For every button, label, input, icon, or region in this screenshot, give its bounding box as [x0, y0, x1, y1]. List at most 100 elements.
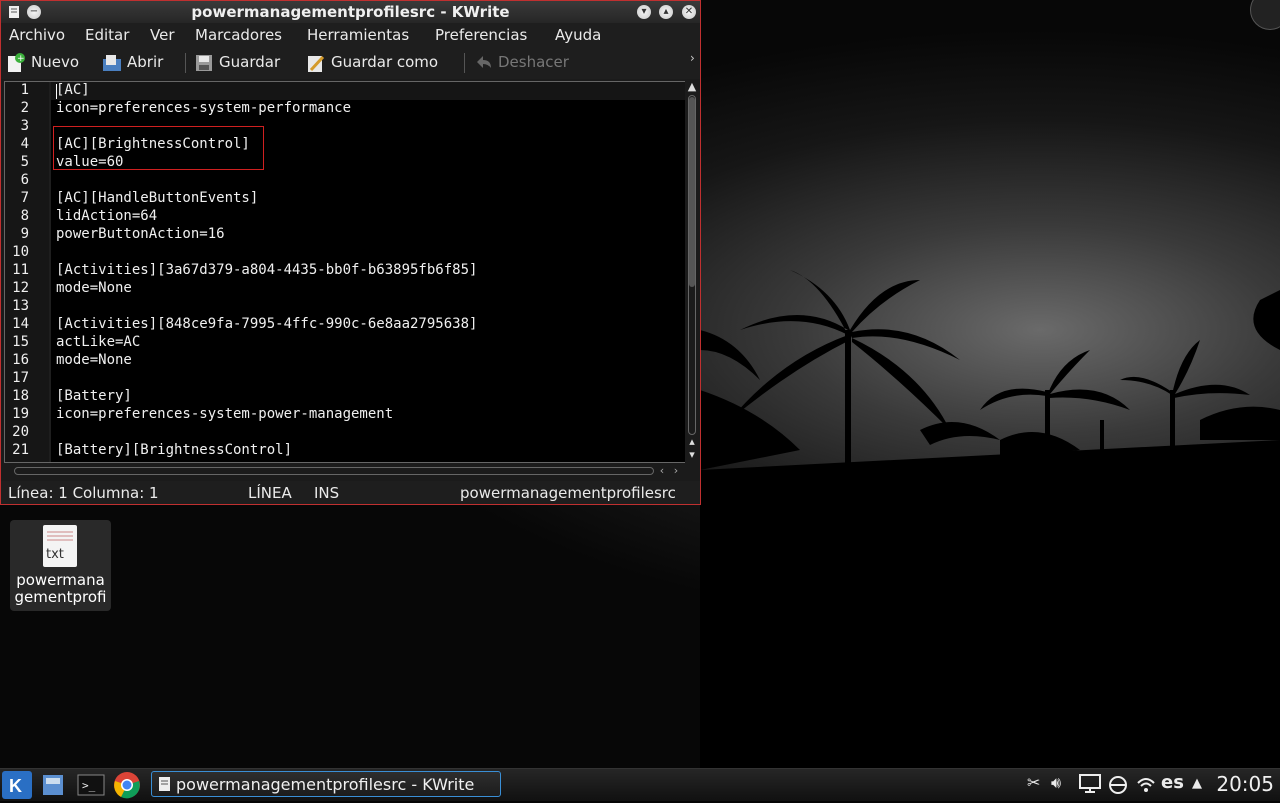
tray-expand-icon[interactable]: ▲ — [1192, 776, 1202, 791]
gutter-border — [49, 82, 51, 462]
code-line: icon=preferences-system-power-management — [56, 406, 394, 422]
code-line: mode=None — [56, 280, 132, 296]
save-disk-icon — [196, 55, 212, 71]
line-number: 5 — [20, 154, 29, 170]
code-line: icon=preferences-system-performance — [56, 100, 352, 116]
menu-ver[interactable]: Ver — [150, 26, 175, 44]
window-title: powermanagementprofilesrc - KWrite — [191, 3, 510, 21]
menu-archivo[interactable]: Archivo — [9, 26, 65, 44]
undo-button[interactable]: Deshacer — [473, 51, 583, 73]
maximize-icon[interactable]: ▴ — [659, 5, 673, 19]
taskbar: K >_ powermanagementprofilesrc - KWrite … — [0, 768, 1280, 801]
file-manager-icon[interactable] — [40, 772, 66, 798]
save-as-button[interactable]: Guardar como — [306, 51, 451, 73]
scroll-right-icon[interactable]: › — [670, 464, 682, 478]
wifi-icon[interactable] — [1136, 775, 1156, 795]
status-filename: powermanagementprofilesrc — [460, 484, 676, 502]
code-line: [AC] — [56, 82, 90, 98]
taskbar-task-kwrite[interactable]: powermanagementprofilesrc - KWrite — [151, 771, 501, 797]
menu-preferencias[interactable]: Preferencias — [435, 26, 527, 44]
line-number: 18 — [12, 388, 29, 404]
scroll-left-icon[interactable]: ‹ — [656, 464, 668, 478]
kwrite-window: − powermanagementprofilesrc - KWrite ▾ ▴… — [0, 0, 701, 505]
hscroll-track[interactable] — [14, 467, 654, 475]
line-number: 20 — [12, 424, 29, 440]
close-icon[interactable]: ✕ — [682, 5, 696, 19]
cursor-position: Línea: 1 Columna: 1 — [8, 484, 159, 502]
menubar: Archivo Editar Ver Marcadores Herramient… — [1, 23, 700, 47]
insert-mode[interactable]: INS — [314, 484, 339, 502]
line-number: 19 — [12, 406, 29, 422]
line-number: 11 — [12, 262, 29, 278]
desktop-file-icon[interactable]: txt powermanagementprofilesrc — [10, 520, 111, 611]
save-button[interactable]: Guardar — [194, 51, 289, 73]
text-file-icon: txt — [43, 525, 77, 567]
line-number: 6 — [20, 172, 29, 188]
chrome-icon[interactable] — [113, 771, 141, 799]
horizontal-scrollbar[interactable]: ‹ › — [4, 464, 684, 478]
line-number: 14 — [12, 316, 29, 332]
undo-arrow-icon — [477, 56, 491, 68]
scroll-up-icon[interactable]: ▲ — [686, 81, 698, 93]
kde-menu-icon[interactable]: K — [2, 771, 32, 799]
code-line: lidAction=64 — [56, 208, 158, 224]
volume-icon[interactable]: 🔊︎ — [1051, 773, 1061, 793]
line-number: 10 — [12, 244, 29, 260]
scissors-icon[interactable]: ✂ — [1027, 773, 1040, 792]
minimize-icon[interactable]: ▾ — [637, 5, 651, 19]
svg-text:K: K — [9, 776, 22, 796]
save-as-pencil-icon — [308, 55, 325, 72]
code-line: [Battery][BrightnessControl] — [56, 442, 293, 458]
line-number: 4 — [20, 136, 29, 152]
code-line: [Activities][3a67d379-a804-4435-bb0f-b63… — [56, 262, 478, 278]
window-titlebar[interactable]: − powermanagementprofilesrc - KWrite ▾ ▴… — [1, 1, 700, 23]
menu-ayuda[interactable]: Ayuda — [555, 26, 601, 44]
network-icon[interactable] — [1107, 775, 1129, 795]
keyboard-layout[interactable]: es — [1161, 772, 1184, 793]
line-number: 3 — [20, 118, 29, 134]
new-document-icon: + — [8, 53, 25, 72]
menu-herramientas[interactable]: Herramientas — [307, 26, 409, 44]
desktop-file-label: powermanagementprofilesrc — [14, 572, 107, 606]
scroll-thumb[interactable] — [689, 97, 695, 287]
menu-editar[interactable]: Editar — [85, 26, 129, 44]
annotation-highlight-box — [53, 126, 264, 170]
line-number: 13 — [12, 298, 29, 314]
selection-mode[interactable]: LÍNEA — [248, 484, 292, 502]
clock[interactable]: 20:05 — [1216, 772, 1274, 796]
line-number: 15 — [12, 334, 29, 350]
scroll-up-small-icon[interactable]: ▴ — [686, 436, 698, 448]
code-line: [AC][HandleButtonEvents] — [56, 190, 259, 206]
new-button[interactable]: + Nuevo — [6, 51, 86, 73]
code-line: powerButtonAction=16 — [56, 226, 225, 242]
display-icon[interactable] — [1079, 774, 1101, 794]
scroll-down-icon[interactable]: ▾ — [686, 449, 698, 461]
code-line: [Activities][848ce9fa-7995-4ffc-990c-6e8… — [56, 316, 478, 332]
svg-text:+: + — [17, 54, 25, 64]
terminal-icon[interactable]: >_ — [77, 772, 105, 798]
vertical-scrollbar[interactable]: ▲ ▴ ▾ — [685, 81, 699, 463]
open-folder-icon — [103, 55, 121, 71]
svg-text:>_: >_ — [82, 779, 96, 792]
text-caret — [56, 84, 57, 99]
toolbar-separator — [464, 53, 465, 73]
statusbar: Línea: 1 Columna: 1 LÍNEA INS powermanag… — [1, 481, 700, 504]
code-line: [Battery] — [56, 388, 132, 404]
toolbar: + Nuevo Abrir Guardar Guardar como Desha… — [1, 47, 700, 79]
line-number: 17 — [12, 370, 29, 386]
code-line: actLike=AC — [56, 334, 141, 350]
code-line: mode=None — [56, 352, 132, 368]
open-button[interactable]: Abrir — [102, 51, 172, 73]
line-number: 8 — [20, 208, 29, 224]
file-ext: txt — [46, 547, 64, 562]
line-number: 21 — [12, 442, 29, 458]
line-number: 9 — [20, 226, 29, 242]
toolbar-overflow-icon[interactable]: › — [690, 51, 695, 73]
text-editor[interactable]: 1 2 3 4 5 6 7 8 9 10 11 12 13 14 15 16 17 18 19 20 21 [AC] ic… — [4, 81, 686, 463]
line-number: 12 — [12, 280, 29, 296]
line-number: 7 — [20, 190, 29, 206]
line-number-gutter: 1 2 3 4 5 6 7 8 9 10 11 12 13 14 15 16 17 18 19 20 21 — [5, 82, 49, 462]
menu-marcadores[interactable]: Marcadores — [195, 26, 282, 44]
current-line-highlight — [51, 82, 685, 100]
toolbar-separator — [185, 53, 186, 73]
